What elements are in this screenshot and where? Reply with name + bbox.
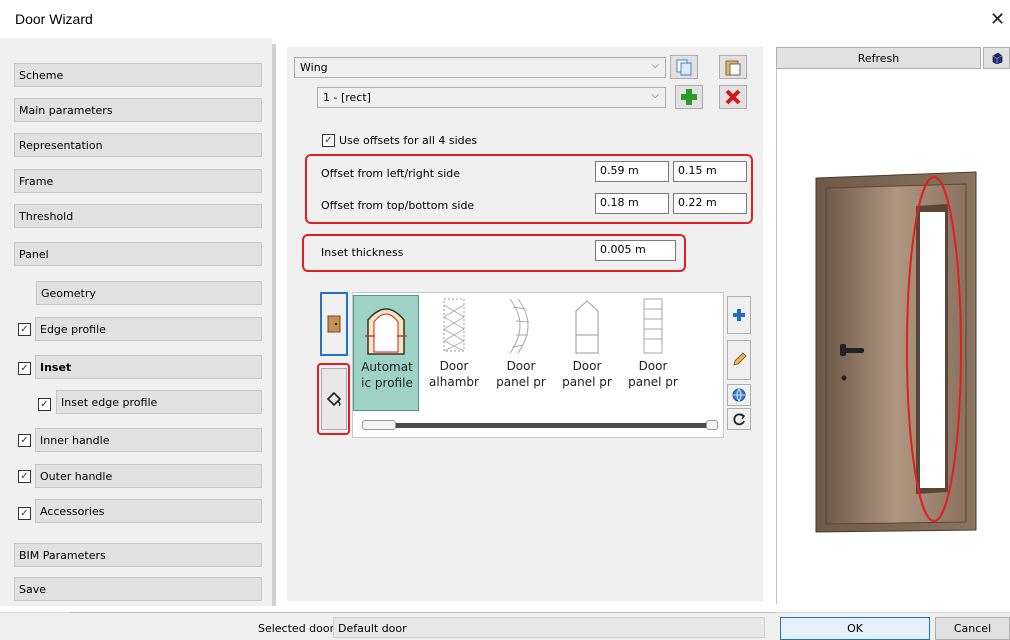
refresh-button[interactable]: Refresh bbox=[776, 47, 981, 69]
gallery-caption-line2: panel pr bbox=[628, 375, 678, 389]
offset-tb-field-2[interactable]: 0.22 m bbox=[673, 193, 747, 214]
offset-lr-field-2[interactable]: 0.15 m bbox=[673, 161, 747, 182]
inset-edge-profile-checkbox[interactable]: ✓ bbox=[38, 398, 51, 411]
sidebar-item-bim-parameters[interactable]: BIM Parameters bbox=[14, 543, 262, 567]
outer-handle-checkbox[interactable]: ✓ bbox=[18, 470, 31, 483]
gallery-caption-line2: panel pr bbox=[496, 375, 546, 389]
add-icon bbox=[681, 89, 697, 105]
inset-thickness-field[interactable]: 0.005 m bbox=[595, 240, 676, 261]
selected-door-field: Default door bbox=[333, 617, 765, 638]
copy-button[interactable] bbox=[670, 55, 698, 79]
gallery-caption-line1: Door bbox=[638, 359, 668, 373]
gallery-caption-line1: Door bbox=[506, 359, 536, 373]
sidebar-item-representation[interactable]: Representation bbox=[14, 133, 262, 157]
globe-icon bbox=[732, 388, 746, 402]
gallery-caption-line1: Automat bbox=[361, 360, 413, 374]
gallery-caption-line1: Door bbox=[439, 359, 469, 373]
inset-thickness-label: Inset thickness bbox=[321, 246, 404, 259]
sidebar-item-panel[interactable]: Panel bbox=[14, 242, 262, 266]
window-title: Door Wizard bbox=[15, 11, 93, 27]
view-mode-button[interactable] bbox=[983, 47, 1010, 69]
edit-profile-button[interactable] bbox=[727, 340, 751, 380]
offset-lr-label: Offset from left/right side bbox=[321, 167, 461, 180]
pencil-icon bbox=[733, 352, 747, 366]
refresh-icon bbox=[733, 413, 746, 426]
paste-button[interactable] bbox=[719, 55, 747, 79]
paste-icon bbox=[725, 60, 741, 76]
gallery-item-panel-pr-3[interactable]: Door panel pr bbox=[620, 295, 686, 411]
item-select-value: 1 - [rect] bbox=[323, 91, 371, 104]
gallery-item-automatic-profile[interactable]: Automat ic profile bbox=[353, 295, 419, 411]
gallery-caption-line2: panel pr bbox=[562, 375, 612, 389]
door-glass-window bbox=[920, 212, 945, 488]
sidebar-item-inset[interactable]: Inset bbox=[35, 355, 262, 379]
lattice-panel-icon bbox=[443, 298, 465, 352]
ok-button[interactable]: OK bbox=[780, 617, 930, 640]
selected-door-label: Selected door bbox=[258, 622, 335, 635]
pointed-panel-icon bbox=[575, 300, 599, 354]
inset-checkbox[interactable]: ✓ bbox=[18, 362, 31, 375]
door-keyhole bbox=[841, 375, 847, 381]
title-bar: Door Wizard ✕ bbox=[0, 0, 1010, 38]
close-icon[interactable]: ✕ bbox=[990, 9, 1005, 30]
online-library-button[interactable] bbox=[727, 384, 751, 406]
refresh-gallery-button[interactable] bbox=[727, 408, 751, 430]
add-button[interactable] bbox=[675, 85, 703, 109]
sidebar-item-main-parameters[interactable]: Main parameters bbox=[14, 98, 262, 122]
arch-profile-icon bbox=[365, 308, 407, 355]
delete-icon bbox=[725, 89, 741, 105]
gallery-caption-line2: ic profile bbox=[361, 376, 413, 390]
cube-icon bbox=[992, 52, 1002, 64]
sidebar-item-save[interactable]: Save bbox=[14, 577, 262, 601]
use-offsets-label: Use offsets for all 4 sides bbox=[339, 134, 478, 147]
splitter[interactable] bbox=[272, 44, 276, 606]
add-profile-button[interactable] bbox=[727, 296, 751, 334]
offset-lr-field-1[interactable]: 0.59 m bbox=[595, 161, 669, 182]
ladder-panel-icon bbox=[643, 298, 663, 354]
sidebar-item-edge-profile[interactable]: Edge profile bbox=[35, 317, 262, 341]
delete-button[interactable] bbox=[719, 85, 747, 109]
gallery-scrollbar[interactable] bbox=[362, 420, 720, 430]
sidebar-item-scheme[interactable]: Scheme bbox=[14, 63, 262, 87]
scrollbar-thumb[interactable] bbox=[362, 420, 396, 430]
gallery-caption-line2: alhambr bbox=[429, 375, 479, 389]
material-button[interactable] bbox=[321, 368, 347, 430]
copy-icon bbox=[676, 59, 692, 76]
accessories-checkbox[interactable]: ✓ bbox=[18, 507, 31, 520]
sidebar-item-inner-handle[interactable]: Inner handle bbox=[35, 428, 262, 452]
plus-icon bbox=[733, 309, 745, 321]
inner-handle-checkbox[interactable]: ✓ bbox=[18, 434, 31, 447]
sidebar-item-frame[interactable]: Frame bbox=[14, 169, 262, 193]
gallery-item-panel-pr-2[interactable]: Door panel pr bbox=[554, 295, 620, 411]
use-offsets-checkbox[interactable]: ✓ bbox=[322, 134, 335, 147]
door-3d-preview bbox=[815, 171, 977, 533]
gallery-item-alhambra[interactable]: Door alhambr bbox=[421, 295, 487, 411]
chevron-down-icon: ⌵ bbox=[651, 90, 659, 101]
status-bar: Selected door Default door OK Cancel bbox=[0, 612, 1010, 640]
cancel-button[interactable]: Cancel bbox=[935, 617, 1010, 640]
curved-panel-icon bbox=[509, 298, 530, 354]
door-icon bbox=[327, 315, 341, 333]
sidebar-item-geometry[interactable]: Geometry bbox=[36, 281, 262, 305]
sidebar-item-outer-handle[interactable]: Outer handle bbox=[35, 464, 262, 488]
edge-profile-checkbox[interactable]: ✓ bbox=[18, 323, 31, 336]
sidebar-item-inset-edge-profile[interactable]: Inset edge profile bbox=[56, 390, 262, 414]
gallery-item-panel-pr-1[interactable]: Door panel pr bbox=[488, 295, 554, 411]
wing-select[interactable]: Wing ⌵ bbox=[294, 57, 666, 78]
item-select[interactable]: 1 - [rect] ⌵ bbox=[317, 87, 666, 108]
gallery-caption-line1: Door bbox=[572, 359, 602, 373]
sidebar-item-accessories[interactable]: Accessories bbox=[35, 499, 262, 523]
wing-select-value: Wing bbox=[300, 61, 328, 74]
offset-tb-field-1[interactable]: 0.18 m bbox=[595, 193, 669, 214]
status-divider bbox=[70, 612, 776, 613]
door-type-button[interactable] bbox=[320, 292, 348, 356]
offset-tb-label: Offset from top/bottom side bbox=[321, 199, 475, 212]
chevron-down-icon: ⌵ bbox=[651, 60, 659, 71]
sidebar-item-threshold[interactable]: Threshold bbox=[14, 204, 262, 228]
paint-bucket-icon bbox=[326, 391, 342, 407]
scrollbar-track bbox=[370, 423, 714, 428]
scrollbar-end-handle[interactable] bbox=[706, 420, 718, 430]
